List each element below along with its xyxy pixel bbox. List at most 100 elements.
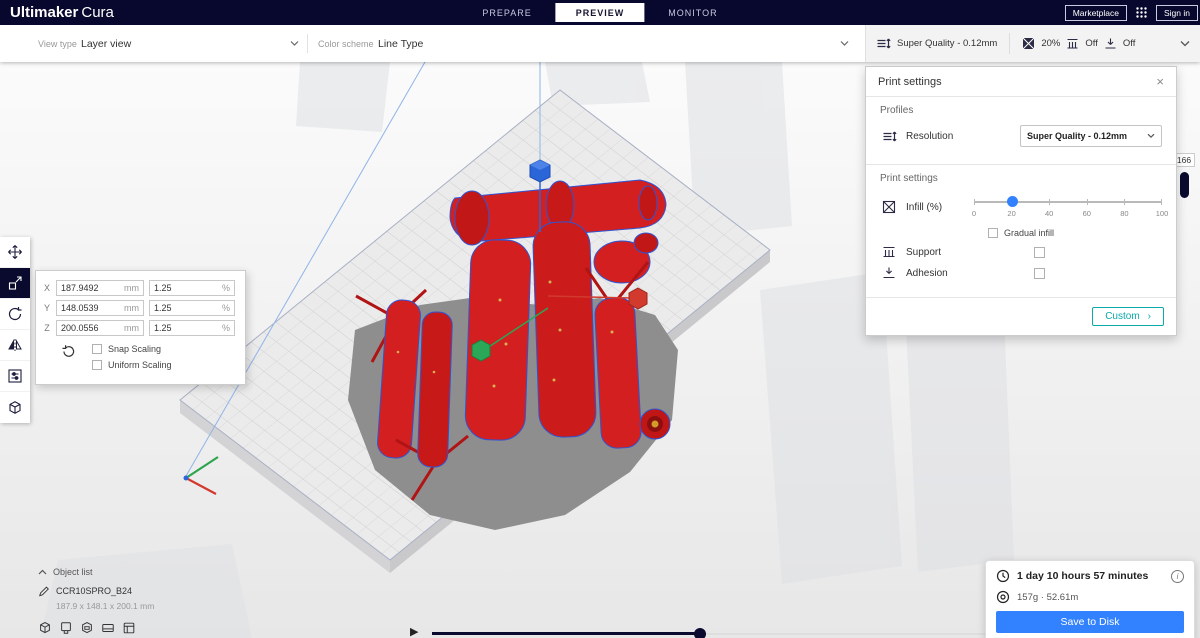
- tab-preview[interactable]: PREVIEW: [555, 3, 645, 22]
- adhesion-icon: [1104, 37, 1117, 50]
- resolution-label: Resolution: [906, 130, 954, 142]
- move-icon: [7, 244, 23, 260]
- object-list-item[interactable]: CCR10SPRO_B24: [38, 585, 154, 597]
- mirror-icon: [7, 337, 23, 353]
- move-tool-button[interactable]: [0, 237, 30, 268]
- scale-x-mm-field[interactable]: 187.9492 mm: [56, 280, 144, 296]
- infill-tick-40: 40: [1045, 209, 1054, 218]
- view-type-value[interactable]: Layer view: [81, 38, 131, 50]
- summary-adhesion: Off: [1122, 38, 1136, 49]
- summary-support: Off: [1085, 38, 1098, 49]
- resolution-value: Super Quality - 0.12mm: [1027, 131, 1128, 141]
- axis-x-label: X: [43, 283, 50, 293]
- scale-x-mm-value: 187.9492: [61, 283, 99, 293]
- scale-z-percent-field[interactable]: 1.25 %: [149, 320, 235, 336]
- material-estimate: 157g · 52.61m: [1017, 591, 1079, 603]
- gradual-infill-checkbox[interactable]: [988, 228, 998, 238]
- summary-chevron-down-icon[interactable]: [1180, 40, 1190, 47]
- marketplace-button[interactable]: Marketplace: [1064, 4, 1127, 21]
- resolution-dropdown[interactable]: Super Quality - 0.12mm: [1020, 125, 1162, 147]
- settings-section: Print settings Infill (%) 0 20 40 60 80 …: [866, 165, 1176, 297]
- scale-row-x: X 187.9492 mm 1.25 %: [43, 280, 238, 296]
- per-model-settings-button[interactable]: [0, 361, 30, 392]
- summary-infill: 20%: [1041, 38, 1061, 49]
- timeline-handle[interactable]: [694, 628, 706, 638]
- axis-y-label: Y: [43, 303, 50, 313]
- object-list-panel: Object list CCR10SPRO_B24 187.9 x 148.1 …: [38, 567, 154, 611]
- info-icon[interactable]: i: [1171, 569, 1184, 583]
- clock-icon: [996, 569, 1010, 583]
- print-settings-section-label: Print settings: [880, 173, 938, 184]
- save-to-disk-button[interactable]: Save to Disk: [996, 611, 1184, 633]
- infill-slider-track[interactable]: [974, 201, 1162, 203]
- profiles-section: Profiles Resolution Super Quality - 0.12…: [866, 97, 1176, 164]
- reset-scale-button[interactable]: [61, 344, 76, 359]
- infill-icon: [880, 200, 898, 214]
- printer-icon[interactable]: [122, 621, 136, 635]
- support-label: Support: [906, 246, 942, 258]
- scale-row-z: Z 200.0556 mm 1.25 %: [43, 320, 238, 336]
- scale-y-percent-suffix: %: [221, 303, 230, 313]
- rotate-tool-button[interactable]: [0, 299, 30, 330]
- pencil-icon: [38, 586, 49, 597]
- uniform-scaling-option[interactable]: Uniform Scaling: [92, 360, 172, 370]
- color-scheme-chevron-down-icon[interactable]: [840, 40, 849, 47]
- scale-y-percent-field[interactable]: 1.25 %: [149, 300, 235, 316]
- scale-x-percent-value: 1.25: [154, 283, 172, 293]
- support-checkbox[interactable]: [1034, 246, 1045, 258]
- material-spool-icon[interactable]: [80, 621, 94, 635]
- print-settings-panel: Print settings × Profiles Resolution Sup…: [865, 66, 1177, 336]
- profiles-label: Profiles: [880, 105, 914, 116]
- scale-y-unit: mm: [124, 303, 139, 313]
- play-button[interactable]: ▶: [410, 625, 418, 638]
- scale-y-mm-field[interactable]: 148.0539 mm: [56, 300, 144, 316]
- support-blocker-button[interactable]: [0, 392, 30, 423]
- adhesion-label: Adhesion: [906, 267, 948, 279]
- uniform-scaling-checkbox[interactable]: [92, 360, 102, 370]
- custom-settings-button[interactable]: Custom ›: [1092, 307, 1164, 326]
- summary-profile: Super Quality - 0.12mm: [897, 38, 998, 49]
- print-time-estimate: 1 day 10 hours 57 minutes: [1017, 570, 1149, 582]
- view-options-bar: View type Layer view Color scheme Line T…: [0, 25, 1200, 62]
- view-type-chevron-down-icon[interactable]: [290, 40, 299, 47]
- scale-z-unit: mm: [124, 323, 139, 333]
- snap-scaling-checkbox[interactable]: [92, 344, 102, 354]
- applications-grid-icon[interactable]: [1135, 6, 1148, 19]
- model-cube-icon[interactable]: [38, 621, 52, 635]
- print-setup-summary[interactable]: Super Quality - 0.12mm 20% Off Off: [865, 25, 1200, 62]
- infill-slider-handle[interactable]: [1006, 196, 1018, 207]
- scale-x-percent-suffix: %: [221, 283, 230, 293]
- infill-label: Infill (%): [906, 201, 943, 213]
- scale-tool-button[interactable]: [0, 268, 30, 299]
- adhesion-checkbox[interactable]: [1034, 267, 1045, 279]
- close-icon[interactable]: ×: [1156, 75, 1164, 88]
- infill-slider[interactable]: 0 20 40 60 80 100: [972, 193, 1168, 221]
- infill-tick-80: 80: [1120, 209, 1129, 218]
- infill-tick-60: 60: [1082, 209, 1091, 218]
- color-scheme-value[interactable]: Line Type: [378, 38, 423, 50]
- layer-slider-handle[interactable]: [1179, 172, 1189, 198]
- layer-height-icon: [880, 129, 898, 144]
- mirror-tool-button[interactable]: [0, 330, 30, 361]
- infill-icon: [1022, 37, 1035, 50]
- scale-x-unit: mm: [124, 283, 139, 293]
- gradual-infill-option[interactable]: Gradual infill: [988, 228, 1162, 238]
- object-list-toggle[interactable]: Object list: [38, 567, 154, 577]
- sign-in-button[interactable]: Sign in: [1156, 4, 1198, 21]
- support-icon: [880, 245, 898, 259]
- adhesion-icon: [880, 266, 898, 280]
- summary-divider: [1009, 33, 1011, 54]
- printcore-icon[interactable]: [59, 621, 73, 635]
- tools-toolbar: [0, 237, 30, 423]
- chevron-up-icon: [38, 569, 47, 575]
- snap-scaling-option[interactable]: Snap Scaling: [92, 344, 172, 354]
- print-job-info-card: 1 day 10 hours 57 minutes i 157g · 52.61…: [985, 560, 1195, 638]
- scale-tool-panel: X 187.9492 mm 1.25 % Y 148.0539 mm 1.25 …: [35, 270, 246, 385]
- 3d-viewport[interactable]: X 187.9492 mm 1.25 % Y 148.0539 mm 1.25 …: [0, 62, 1200, 638]
- tab-prepare[interactable]: PREPARE: [468, 0, 545, 25]
- tab-monitor[interactable]: MONITOR: [654, 0, 731, 25]
- buildplate-icon[interactable]: [101, 621, 115, 635]
- material-usage-icon: [996, 590, 1010, 604]
- scale-x-percent-field[interactable]: 1.25 %: [149, 280, 235, 296]
- scale-z-mm-field[interactable]: 200.0556 mm: [56, 320, 144, 336]
